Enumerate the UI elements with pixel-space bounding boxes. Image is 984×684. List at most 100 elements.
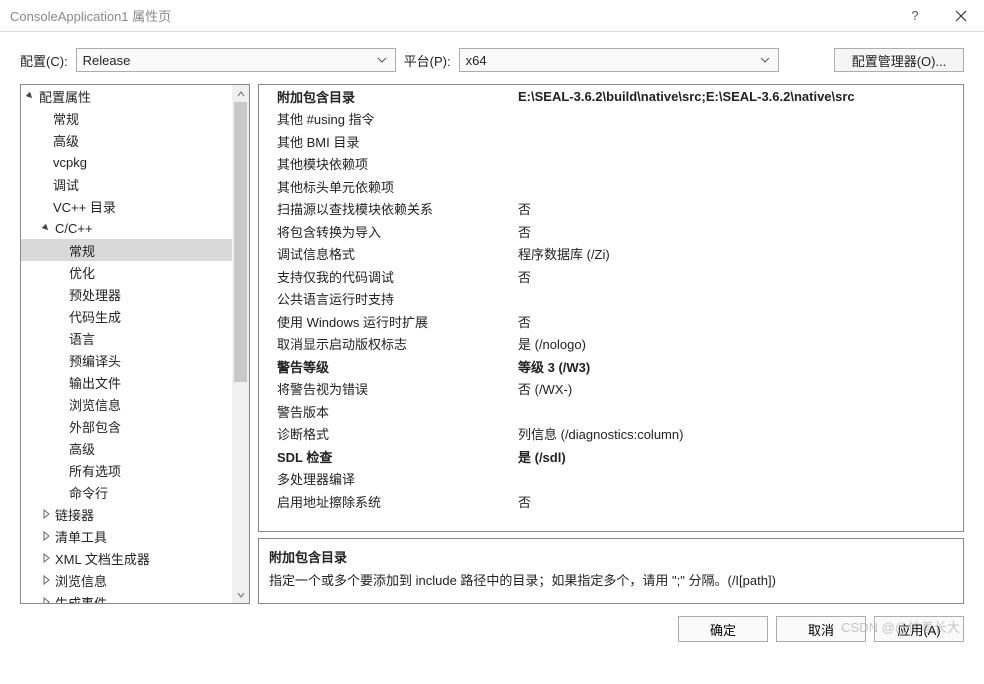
property-row[interactable]: 将包含转换为导入否 xyxy=(259,220,963,243)
property-row[interactable]: 其他模块依赖项 xyxy=(259,153,963,176)
tree-item[interactable]: 生成事件 xyxy=(21,591,232,603)
tree-label: 优化 xyxy=(69,263,95,282)
property-row[interactable]: SDL 检查是 (/sdl) xyxy=(259,445,963,468)
desc-text: 指定一个或多个要添加到 include 路径中的目录；如果指定多个，请用 ";"… xyxy=(269,570,953,589)
tree-item[interactable]: 浏览信息 xyxy=(21,569,232,591)
tree-item[interactable]: XML 文档生成器 xyxy=(21,547,232,569)
property-name: 调试信息格式 xyxy=(259,244,514,263)
property-row[interactable]: 调试信息格式程序数据库 (/Zi) xyxy=(259,243,963,266)
property-row[interactable]: 警告等级等级 3 (/W3) xyxy=(259,355,963,378)
tree-item[interactable]: 常规 xyxy=(21,107,232,129)
tree-label: XML 文档生成器 xyxy=(55,549,150,568)
tree-label: 浏览信息 xyxy=(55,571,107,590)
property-name: 其他模块依赖项 xyxy=(259,154,514,173)
tree-item[interactable]: 调试 xyxy=(21,173,232,195)
cancel-button[interactable]: 取消 xyxy=(776,616,866,642)
close-icon xyxy=(955,10,967,22)
tree-item[interactable]: 配置属性 xyxy=(21,85,232,107)
property-value: 列信息 (/diagnostics:column) xyxy=(514,424,963,443)
tree-label: 高级 xyxy=(69,439,95,458)
property-row[interactable]: 其他标头单元依赖项 xyxy=(259,175,963,198)
property-name: 警告等级 xyxy=(259,357,514,376)
property-row[interactable]: 使用 Windows 运行时扩展否 xyxy=(259,310,963,333)
tree-item[interactable]: C/C++ xyxy=(21,217,232,239)
tree-item[interactable]: vcpkg xyxy=(21,151,232,173)
expander-icon xyxy=(23,89,37,103)
property-row[interactable]: 警告版本 xyxy=(259,400,963,423)
property-value: 否 xyxy=(514,267,963,286)
property-tree: 配置属性常规高级vcpkg调试VC++ 目录C/C++常规优化预处理器代码生成语… xyxy=(20,84,250,604)
expander-icon xyxy=(39,595,53,603)
tree-item[interactable]: VC++ 目录 xyxy=(21,195,232,217)
property-row[interactable]: 将警告视为错误否 (/WX-) xyxy=(259,378,963,401)
property-row[interactable]: 支持仅我的代码调试否 xyxy=(259,265,963,288)
property-row[interactable]: 附加包含目录E:\SEAL-3.6.2\build\native\src;E:\… xyxy=(259,85,963,108)
expander-icon xyxy=(39,221,53,235)
tree-label: 预处理器 xyxy=(69,285,121,304)
tree-item[interactable]: 预编译头 xyxy=(21,349,232,371)
tree-item[interactable]: 常规 xyxy=(21,239,232,261)
help-button[interactable]: ? xyxy=(892,0,938,32)
tree-item[interactable]: 高级 xyxy=(21,437,232,459)
tree-label: 语言 xyxy=(69,329,95,348)
tree-item[interactable]: 浏览信息 xyxy=(21,393,232,415)
tree-label: C/C++ xyxy=(55,221,93,236)
property-name: 附加包含目录 xyxy=(259,87,514,106)
platform-select[interactable]: x64 xyxy=(459,48,779,72)
config-select[interactable]: Release xyxy=(76,48,396,72)
property-row[interactable]: 启用地址擦除系统否 xyxy=(259,490,963,513)
property-row[interactable]: 取消显示启动版权标志是 (/nologo) xyxy=(259,333,963,356)
tree-label: vcpkg xyxy=(53,155,87,170)
property-name: 扫描源以查找模块依赖关系 xyxy=(259,199,514,218)
tree-item[interactable]: 输出文件 xyxy=(21,371,232,393)
property-value: 否 xyxy=(514,222,963,241)
property-row[interactable]: 其他 #using 指令 xyxy=(259,108,963,131)
tree-item[interactable]: 语言 xyxy=(21,327,232,349)
property-name: 启用地址擦除系统 xyxy=(259,492,514,511)
tree-item[interactable]: 预处理器 xyxy=(21,283,232,305)
tree-label: 常规 xyxy=(53,109,79,128)
tree-item[interactable]: 所有选项 xyxy=(21,459,232,481)
scroll-down-icon[interactable] xyxy=(232,586,249,603)
tree-item[interactable]: 清单工具 xyxy=(21,525,232,547)
expander-icon xyxy=(39,551,53,565)
tree-label: 常规 xyxy=(69,241,95,260)
tree-scrollbar[interactable] xyxy=(232,85,249,603)
property-name: 使用 Windows 运行时扩展 xyxy=(259,312,514,331)
tree-label: 输出文件 xyxy=(69,373,121,392)
property-name: 将警告视为错误 xyxy=(259,379,514,398)
property-row[interactable]: 其他 BMI 目录 xyxy=(259,130,963,153)
property-grid: 附加包含目录E:\SEAL-3.6.2\build\native\src;E:\… xyxy=(258,84,964,532)
tree-item[interactable]: 代码生成 xyxy=(21,305,232,327)
titlebar: ConsoleApplication1 属性页 ? xyxy=(0,0,984,32)
desc-name: 附加包含目录 xyxy=(269,547,953,566)
config-manager-button[interactable]: 配置管理器(O)... xyxy=(834,48,964,72)
tree-item[interactable]: 命令行 xyxy=(21,481,232,503)
property-row[interactable]: 多处理器编译 xyxy=(259,468,963,491)
tree-item[interactable]: 高级 xyxy=(21,129,232,151)
window-title: ConsoleApplication1 属性页 xyxy=(10,6,892,25)
tree-label: 生成事件 xyxy=(55,593,107,604)
property-name: 将包含转换为导入 xyxy=(259,222,514,241)
property-name: 公共语言运行时支持 xyxy=(259,289,514,308)
property-row[interactable]: 诊断格式列信息 (/diagnostics:column) xyxy=(259,423,963,446)
scrollbar-thumb[interactable] xyxy=(234,102,247,382)
tree-item[interactable]: 链接器 xyxy=(21,503,232,525)
property-row[interactable]: 扫描源以查找模块依赖关系否 xyxy=(259,198,963,221)
toolbar: 配置(C): Release 平台(P): x64 配置管理器(O)... xyxy=(0,32,984,84)
property-description: 附加包含目录 指定一个或多个要添加到 include 路径中的目录；如果指定多个… xyxy=(258,538,964,604)
apply-button[interactable]: 应用(A) xyxy=(874,616,964,642)
tree-label: 配置属性 xyxy=(39,87,91,106)
property-value: 否 xyxy=(514,199,963,218)
ok-button[interactable]: 确定 xyxy=(678,616,768,642)
property-value: 程序数据库 (/Zi) xyxy=(514,244,963,263)
tree-item[interactable]: 外部包含 xyxy=(21,415,232,437)
close-button[interactable] xyxy=(938,0,984,32)
property-name: 支持仅我的代码调试 xyxy=(259,267,514,286)
tree-label: 命令行 xyxy=(69,483,108,502)
tree-item[interactable]: 优化 xyxy=(21,261,232,283)
property-row[interactable]: 公共语言运行时支持 xyxy=(259,288,963,311)
property-name: 取消显示启动版权标志 xyxy=(259,334,514,353)
property-value: 否 (/WX-) xyxy=(514,379,963,398)
scroll-up-icon[interactable] xyxy=(232,85,249,102)
